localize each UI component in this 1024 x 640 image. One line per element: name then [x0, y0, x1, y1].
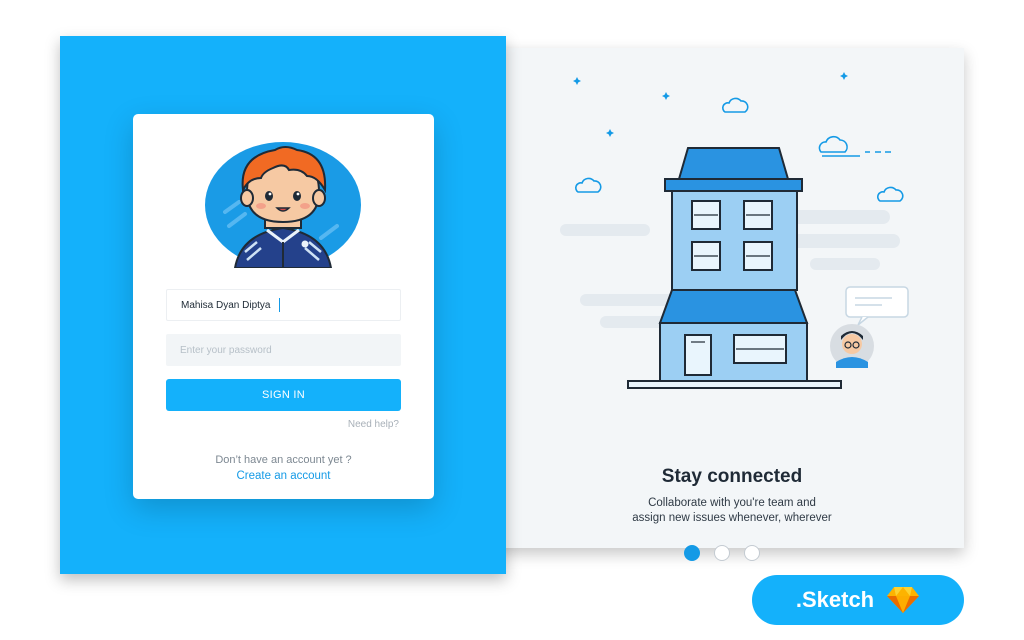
onboarding-title: Stay connected [661, 466, 803, 487]
login-card: Mahisa Dyan Diptya Enter your password S… [133, 114, 434, 499]
building [627, 147, 842, 389]
no-account-text: Don’t have an account yet ? [215, 454, 352, 466]
pagination-dot-2[interactable] [714, 545, 730, 561]
building-illustration [560, 72, 909, 389]
chat-bubble-icon [845, 286, 909, 326]
description-line-1: Collaborate with you're team and [648, 497, 816, 509]
onboarding-panel: Stay connected Collaborate with you're t… [480, 48, 964, 561]
sketch-badge[interactable]: .Sketch [752, 575, 964, 625]
username-field[interactable]: Mahisa Dyan Diptya [166, 289, 401, 321]
showcase-stage: Stay connected Collaborate with you're t… [0, 0, 1024, 640]
password-placeholder: Enter your password [180, 344, 272, 356]
username-value: Mahisa Dyan Diptya [181, 299, 271, 311]
need-help-link[interactable]: Need help? [348, 419, 399, 430]
pagination-dot-1[interactable] [684, 545, 700, 561]
description-line-2: assign new issues whenever, wherever [632, 512, 832, 524]
pagination-dot-3[interactable] [744, 545, 760, 561]
pagination-dots [684, 545, 760, 561]
login-background-panel: Mahisa Dyan Diptya Enter your password S… [60, 36, 506, 574]
sparkle-icon [573, 72, 848, 137]
sign-in-button[interactable]: SIGN IN [166, 379, 401, 411]
avatar-boy-icon [205, 142, 361, 268]
sketch-diamond-icon [887, 587, 920, 613]
create-account-link[interactable]: Create an account [133, 470, 434, 482]
onboarding-description: Collaborate with you're team and assign … [570, 496, 894, 526]
text-cursor [279, 298, 281, 312]
password-field[interactable]: Enter your password [166, 334, 401, 366]
man-avatar-icon [830, 324, 874, 368]
sketch-badge-label: .Sketch [795, 587, 875, 612]
